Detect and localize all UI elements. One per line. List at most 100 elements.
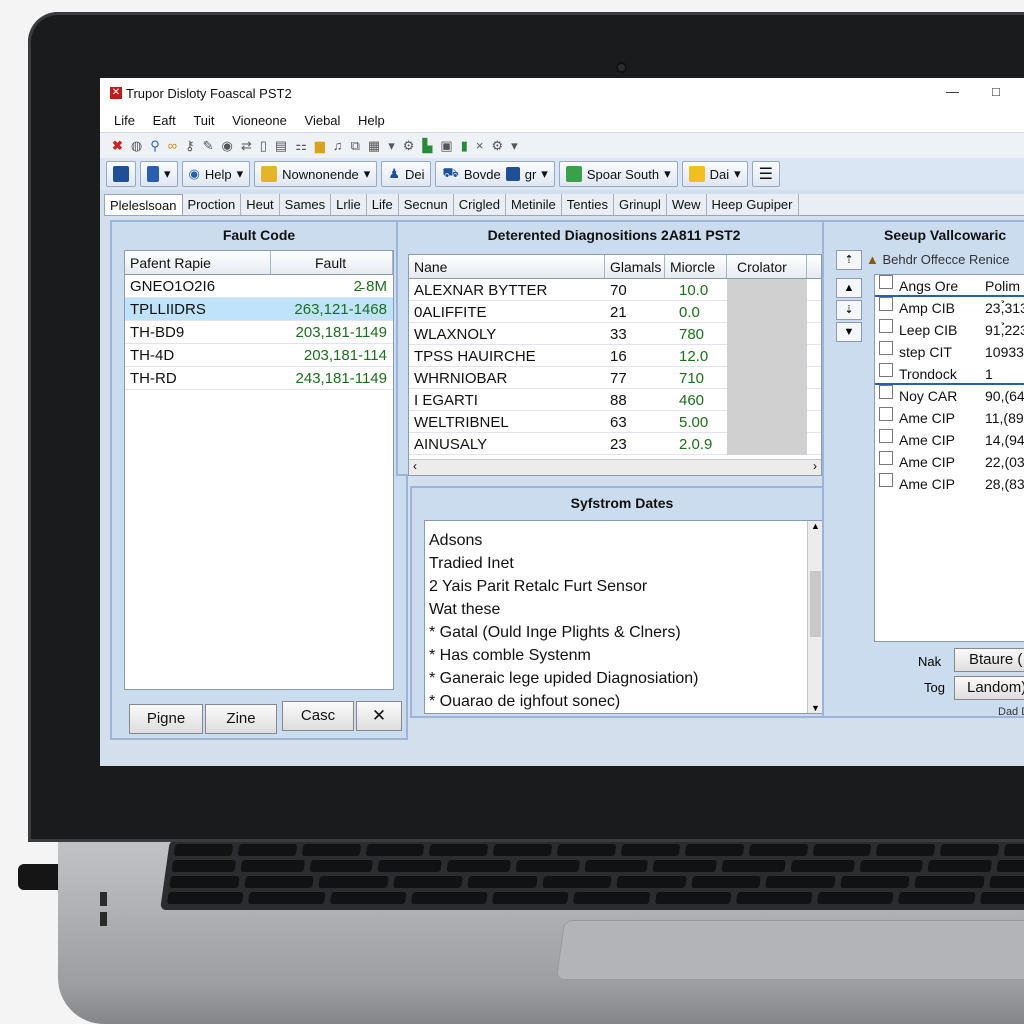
table-row[interactable]: TPSS HAUIRCHE 16 12.0 bbox=[409, 345, 821, 367]
column-header[interactable]: Nane bbox=[409, 255, 605, 278]
close-button[interactable]: ✕ bbox=[356, 701, 402, 731]
book-icon[interactable]: ▮ bbox=[461, 138, 468, 154]
table-row[interactable]: WLAXNOLY 33 780 bbox=[409, 323, 821, 345]
table-row[interactable]: GNEO1O2I6 2̵ 8M bbox=[125, 275, 393, 298]
column-header[interactable]: Crolator bbox=[727, 255, 807, 278]
menu-tuit[interactable]: Tuit bbox=[193, 110, 214, 132]
table-row[interactable]: 0ALIFFITE 21 0.0 bbox=[409, 301, 821, 323]
dai-dropdown[interactable]: Dai ▾ bbox=[681, 161, 748, 187]
tab-1[interactable]: Proction bbox=[183, 194, 242, 215]
setup-row[interactable]: Leep CIB 91,̉2235 bbox=[875, 319, 1024, 341]
casc-button[interactable]: Casc bbox=[282, 701, 354, 731]
tab-12[interactable]: Heep Gupiper bbox=[707, 194, 799, 215]
setup-row[interactable]: Amp CIB 23,̉3138 bbox=[875, 297, 1024, 319]
document-icon[interactable]: ▯ bbox=[260, 138, 267, 154]
tab-11[interactable]: Wew bbox=[667, 194, 707, 215]
tab-10[interactable]: Grinupl bbox=[614, 194, 667, 215]
panel-icon[interactable]: ▤ bbox=[275, 138, 287, 154]
checkbox[interactable] bbox=[879, 319, 893, 333]
move-top-button[interactable]: ⇡ bbox=[836, 250, 862, 270]
system-dates-text[interactable]: Adsons Tradied Inet 2 Yais Parit Retalc Fu… bbox=[424, 520, 824, 714]
checkbox[interactable] bbox=[879, 451, 893, 465]
mode-dropdown[interactable]: Nownonende ▾ bbox=[254, 161, 378, 187]
column-header[interactable]: Miorcle bbox=[665, 255, 727, 278]
tab-8[interactable]: Metinile bbox=[506, 194, 562, 215]
minimize-button[interactable]: — bbox=[946, 84, 959, 99]
record-icon[interactable]: ◉ bbox=[222, 138, 233, 154]
menu-life[interactable]: Life bbox=[114, 110, 135, 132]
keys-icon[interactable]: ⚷ bbox=[185, 138, 195, 154]
table-row[interactable]: ALEXNAR BYTTER 70 10.0 bbox=[409, 279, 821, 301]
image-icon[interactable]: ▣ bbox=[440, 138, 452, 154]
landom-button[interactable]: Landom) bbox=[954, 676, 1024, 700]
table-row[interactable]: WELTRIBNEL 63 5.00 bbox=[409, 411, 821, 433]
horizontal-scrollbar[interactable]: ‹ › bbox=[409, 459, 821, 475]
table-row[interactable]: WHRNIOBAR 77 710 bbox=[409, 367, 821, 389]
menu-viebal[interactable]: Viebal bbox=[305, 110, 341, 132]
checkbox[interactable] bbox=[879, 275, 893, 289]
scroll-right-icon[interactable]: › bbox=[813, 459, 817, 473]
setup-list[interactable]: Angs Ore Polim Amp CIB 23,̉3138 Leep CIB 91… bbox=[874, 274, 1024, 642]
chart-icon[interactable]: ▙ bbox=[422, 138, 432, 154]
checkbox[interactable] bbox=[879, 473, 893, 487]
checkbox[interactable] bbox=[879, 297, 893, 311]
settings-icon[interactable]: ⚙ bbox=[491, 138, 503, 154]
checkbox[interactable] bbox=[879, 363, 893, 377]
scroll-left-icon[interactable]: ‹ bbox=[413, 459, 417, 473]
table-row[interactable]: I EGARTI 88 460 bbox=[409, 389, 821, 411]
de-button[interactable]: ♟ Dei bbox=[381, 161, 432, 187]
setup-row[interactable]: Ame CIP 14,(945 bbox=[875, 429, 1024, 451]
tab-5[interactable]: Life bbox=[367, 194, 399, 215]
help-button[interactable]: ◉ Help ▾ bbox=[181, 161, 251, 187]
swap-icon[interactable]: ⇄ bbox=[241, 138, 252, 154]
pigne-button[interactable]: Pigne bbox=[129, 704, 203, 734]
menu-eaft[interactable]: Eaft bbox=[153, 110, 176, 132]
spoar-south-dropdown[interactable]: Spoar South ▾ bbox=[558, 161, 678, 187]
checkbox[interactable] bbox=[879, 341, 893, 355]
column-header[interactable]: Fault bbox=[271, 251, 393, 274]
menu-help[interactable]: Help bbox=[358, 110, 385, 132]
setup-row[interactable]: Ame CIP 22,(038 bbox=[875, 451, 1024, 473]
wrench-icon[interactable]: ⚙ bbox=[403, 138, 415, 154]
scroll-down-icon[interactable]: ▼ bbox=[811, 703, 820, 713]
setup-row[interactable]: step CIT 10933 bbox=[875, 341, 1024, 363]
setup-row[interactable]: Trondock 1 bbox=[875, 363, 1024, 385]
table-row[interactable]: TH-RD 243,181-1149 bbox=[125, 367, 393, 390]
globe-icon[interactable]: ◍ bbox=[131, 138, 142, 154]
tab-6[interactable]: Secnun bbox=[399, 194, 454, 215]
move-down-button[interactable]: ▼ bbox=[836, 322, 862, 342]
list-button[interactable]: ☰ bbox=[751, 161, 781, 187]
tab-9[interactable]: Tenties bbox=[562, 194, 614, 215]
setup-row[interactable]: Noy CAR 90,(6435 bbox=[875, 385, 1024, 407]
tree-icon[interactable]: ⚏ bbox=[295, 138, 307, 154]
tab-2[interactable]: Heut bbox=[241, 194, 280, 215]
music-icon[interactable]: ♫ bbox=[333, 138, 343, 153]
link-icon[interactable]: ∞ bbox=[168, 138, 177, 153]
setup-row[interactable]: Ame CIP 11,(8935 bbox=[875, 407, 1024, 429]
layers-icon[interactable]: ⧉ bbox=[351, 138, 360, 154]
table-row[interactable]: AINUSALY 23 2.0.9 bbox=[409, 433, 821, 455]
chevron-down-icon[interactable]: ▾ bbox=[511, 138, 518, 154]
setup-row[interactable]: Ame CIP 28,(834 bbox=[875, 473, 1024, 495]
view-dropdown[interactable]: ▾ bbox=[140, 161, 178, 187]
close-icon[interactable]: × bbox=[476, 138, 484, 153]
column-header[interactable]: Glamals bbox=[605, 255, 665, 278]
checkbox[interactable] bbox=[879, 407, 893, 421]
monitor-button[interactable] bbox=[106, 161, 136, 187]
move-down-alt-button[interactable]: ⇣ bbox=[836, 300, 862, 320]
zine-button[interactable]: Zine bbox=[205, 704, 277, 734]
diagnostics-table[interactable]: Nane Glamals Miorcle Crolator ALEXNAR BY… bbox=[408, 254, 822, 476]
tab-0[interactable]: Pleleslsoan bbox=[104, 194, 183, 215]
menu-vioneone[interactable]: Vioneone bbox=[232, 110, 287, 132]
column-header[interactable]: Pafent Rapie bbox=[125, 251, 271, 274]
table-row[interactable]: TH-BD9 203,181-1149 bbox=[125, 321, 393, 344]
close-red-icon[interactable]: ✖ bbox=[112, 138, 123, 154]
tab-4[interactable]: Lrlie bbox=[331, 194, 367, 215]
maximize-button[interactable]: □ bbox=[992, 84, 1000, 99]
chevron-down-icon[interactable]: ▾ bbox=[388, 138, 395, 154]
scroll-thumb[interactable] bbox=[810, 571, 821, 637]
folder-icon[interactable]: ▆ bbox=[315, 138, 325, 154]
fault-code-list[interactable]: Pafent Rapie Fault GNEO1O2I6 2̵ 8M TPLLIID… bbox=[124, 250, 394, 690]
bovde-dropdown[interactable]: ⛟ Bovde gr ▾ bbox=[435, 161, 555, 187]
grid-icon[interactable]: ▦ bbox=[368, 138, 380, 154]
